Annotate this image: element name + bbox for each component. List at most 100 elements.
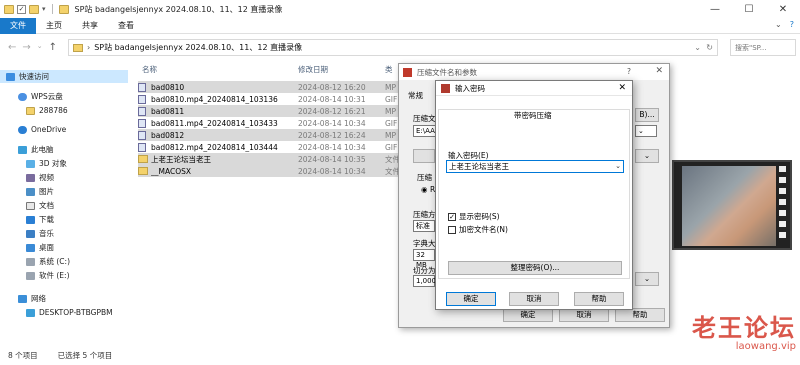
cube-icon <box>26 159 35 168</box>
sidebar-item-drive-c[interactable]: 系统 (C:) <box>0 255 70 268</box>
column-header-name[interactable]: 名称 <box>142 62 157 78</box>
column-header-date[interactable]: 修改日期 <box>298 62 328 78</box>
sidebar-item-music[interactable]: 音乐 <box>0 227 54 240</box>
picture-icon <box>26 187 35 196</box>
sidebar-item-video[interactable]: 视频 <box>0 171 54 184</box>
forward-icon[interactable]: → <box>22 42 30 53</box>
sidebar-item-quick-access[interactable]: 快速访问 <box>0 70 128 83</box>
preview-image <box>682 166 782 246</box>
table-row[interactable]: bad0811 2024-08-12 16:21 MP <box>138 105 408 117</box>
column-header-type[interactable]: 类 <box>385 62 393 78</box>
table-row[interactable]: bad0812 2024-08-12 16:24 MP <box>138 129 408 141</box>
folder-icon <box>138 167 148 175</box>
minimize-icon[interactable]: — <box>698 0 732 18</box>
chevron-down-icon[interactable]: ⌄ <box>775 20 782 29</box>
chevron-down-icon[interactable]: ⌄ <box>37 42 43 53</box>
sidebar-item-pictures[interactable]: 图片 <box>0 185 54 198</box>
password-help-button[interactable]: 帮助 <box>574 292 624 306</box>
tab-file[interactable]: 文件 <box>0 17 36 34</box>
address-field[interactable]: › SP站 badangelsjennyx 2024.08.10、11、12 直… <box>68 39 718 56</box>
password-cancel-button[interactable]: 取消 <box>509 292 559 306</box>
password-input[interactable]: 上老王论坛当老王 ⌄ <box>446 160 624 173</box>
address-bar-row: ← → ⌄ ↑ › SP站 badangelsjennyx 2024.08.10… <box>0 36 800 58</box>
help-icon[interactable]: ? <box>790 20 794 29</box>
tab-general[interactable]: 常规 <box>408 90 423 101</box>
tab-home[interactable]: 主页 <box>36 18 72 34</box>
archive-cancel-button[interactable]: 取消 <box>559 308 609 322</box>
sidebar-item-documents[interactable]: 文档 <box>0 199 54 212</box>
sidebar-item-desktop[interactable]: 桌面 <box>0 241 54 254</box>
drive-icon <box>26 271 35 280</box>
close-icon[interactable]: ✕ <box>766 0 800 18</box>
network-icon <box>18 294 27 303</box>
cloud-icon <box>18 125 27 134</box>
browse-button[interactable]: B)... <box>635 108 659 122</box>
refresh-icon[interactable]: ↻ <box>706 43 713 52</box>
chevron-down-icon[interactable]: ⌄ <box>694 43 701 52</box>
status-bar: 8 个项目 已选择 5 个项目 <box>0 345 800 365</box>
back-icon[interactable]: ← <box>8 42 16 53</box>
sidebar-item-network[interactable]: 网络 <box>0 292 46 305</box>
archive-path-field[interactable]: E:\AAA <box>413 125 440 137</box>
split-select[interactable]: 1,000 <box>413 275 436 287</box>
encrypt-names-checkbox[interactable]: 加密文件名(N) <box>448 224 508 235</box>
table-row[interactable]: bad0810.mp4_20240814_103136 2024-08-14 1… <box>138 93 408 105</box>
method-label: 压缩方 <box>413 210 436 219</box>
computer-icon <box>26 308 35 317</box>
table-row[interactable]: bad0811.mp4_20240814_103433 2024-08-14 1… <box>138 117 408 129</box>
profile-button[interactable] <box>413 149 435 163</box>
ribbon-right: ⌄ ? <box>775 20 794 29</box>
archive-ok-button[interactable]: 确定 <box>503 308 553 322</box>
table-row[interactable]: bad0812.mp4_20240814_103444 2024-08-14 1… <box>138 141 408 153</box>
folder-icon <box>26 106 35 115</box>
password-dialog-titlebar: 输入密码 ✕ <box>436 81 632 96</box>
new-folder-icon[interactable] <box>29 4 39 14</box>
show-password-checkbox[interactable]: ✓ 显示密码(S) <box>448 211 500 222</box>
dictionary-select[interactable]: 32 MB <box>413 249 435 269</box>
archive-format-label: 压缩 <box>417 173 432 182</box>
desktop-icon <box>26 243 35 252</box>
checkbox-icon[interactable]: ✓ <box>17 4 26 14</box>
chevron-down-icon[interactable]: ⌄ <box>615 161 621 172</box>
help-icon[interactable]: ? <box>627 67 631 76</box>
sidebar-item-onedrive[interactable]: OneDrive <box>0 123 66 136</box>
table-row[interactable]: 上老王论坛当老王 2024-08-14 10:35 文件 <box>138 153 408 165</box>
folder-icon <box>58 4 69 14</box>
search-input[interactable]: 搜索"SP... <box>730 39 796 56</box>
close-icon[interactable]: ✕ <box>618 83 626 93</box>
file-icon <box>138 130 146 140</box>
file-icon <box>138 82 146 92</box>
sidebar-item-this-pc[interactable]: 此电脑 <box>0 143 54 156</box>
archive-name-label: 压缩文 <box>413 114 436 123</box>
archive-help-button[interactable]: 帮助 <box>615 308 665 322</box>
profile-dropdown[interactable]: ⌄ <box>635 149 659 163</box>
sidebar-item-desktop-pc[interactable]: DESKTOP-BTBGPBM <box>0 306 113 319</box>
computer-icon <box>18 145 27 154</box>
sidebar-item-drive-e[interactable]: 软件 (E:) <box>0 269 70 282</box>
film-strip-icon <box>776 162 790 248</box>
table-row[interactable]: __MACOSX 2024-08-14 10:34 文件 <box>138 165 408 177</box>
table-row[interactable]: bad0810 2024-08-12 16:20 MP <box>138 81 408 93</box>
checkbox-icon <box>448 225 456 234</box>
quick-access-toolbar: ✓ ▾ <box>0 4 69 14</box>
sidebar-item-3d[interactable]: 3D 对象 <box>0 157 67 170</box>
chevron-down-icon[interactable]: ⌄ <box>635 125 657 137</box>
split-dropdown[interactable]: ⌄ <box>635 272 659 286</box>
ribbon: 文件 主页 共享 查看 ⌄ ? <box>0 17 800 34</box>
maximize-icon[interactable]: ☐ <box>732 0 766 18</box>
sidebar-item-downloads[interactable]: 下载 <box>0 213 54 226</box>
chevron-down-icon[interactable]: ▾ <box>42 5 46 13</box>
sidebar-item-288786[interactable]: 288786 <box>0 104 68 117</box>
tab-share[interactable]: 共享 <box>72 18 108 34</box>
password-ok-button[interactable]: 确定 <box>446 292 496 306</box>
tab-view[interactable]: 查看 <box>108 18 144 34</box>
watermark-url: laowang.vip <box>735 341 796 352</box>
file-icon <box>138 94 146 104</box>
up-icon[interactable]: ↑ <box>49 42 57 53</box>
method-select[interactable]: 标准 <box>413 220 435 232</box>
navigation-pane: 快速访问 WPS云盘 288786 OneDrive 此电脑 3D 对象 视频 … <box>0 62 130 344</box>
download-icon <box>26 215 35 224</box>
manage-passwords-button[interactable]: 整理密码(O)... <box>448 261 622 275</box>
sidebar-item-wps[interactable]: WPS云盘 <box>0 90 63 103</box>
close-icon[interactable]: ✕ <box>655 66 663 76</box>
